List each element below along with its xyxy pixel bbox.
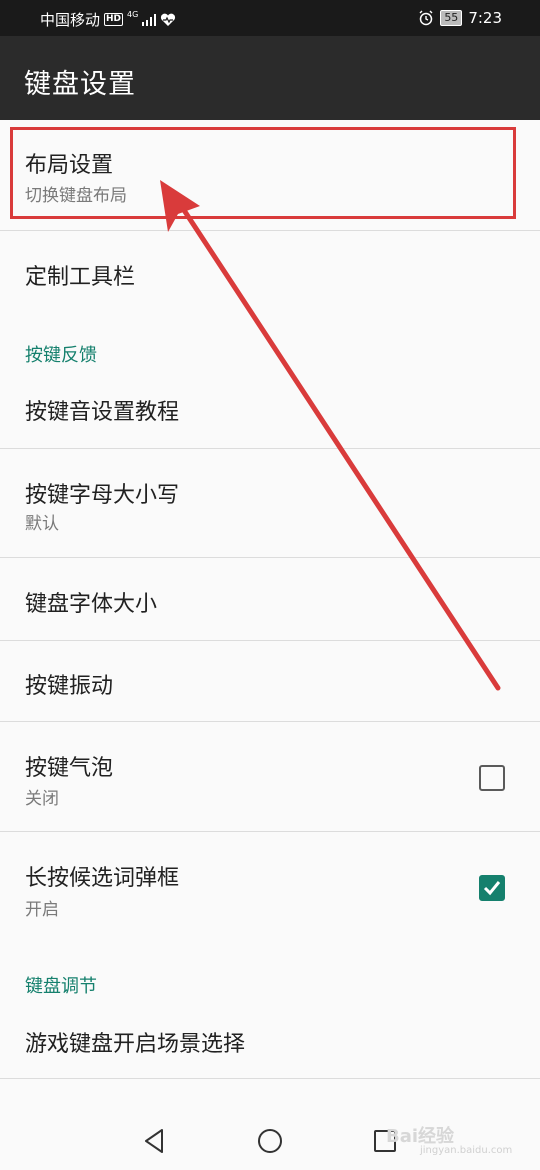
home-icon[interactable]: [255, 1126, 285, 1156]
navigation-bar: Bai经验 jingyan.baidu.com: [0, 1112, 540, 1170]
watermark-url: jingyan.baidu.com: [420, 1145, 513, 1156]
annotation-arrow: [160, 180, 501, 691]
back-icon[interactable]: [140, 1126, 170, 1156]
